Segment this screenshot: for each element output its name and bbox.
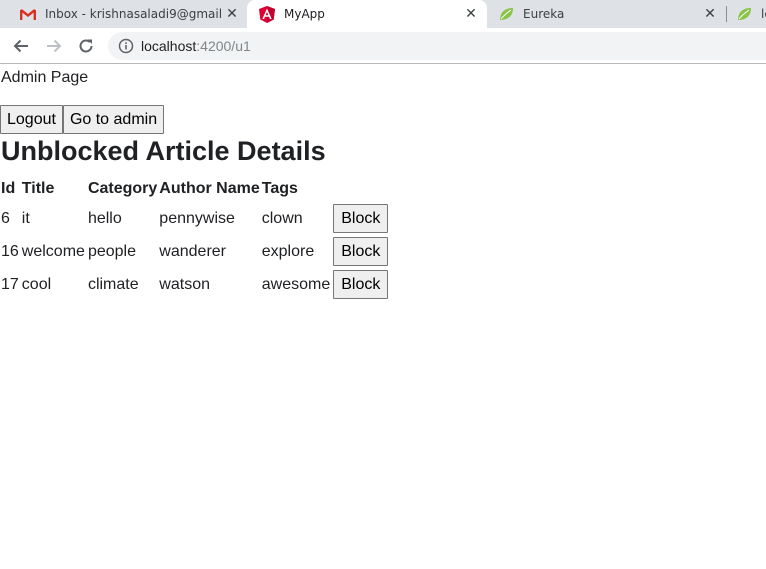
tab-partial-title: le	[761, 7, 766, 21]
forward-arrow-icon[interactable]	[43, 35, 65, 57]
url-path: :4200/u1	[196, 38, 251, 54]
angular-icon	[259, 5, 275, 23]
address-bar[interactable]: localhost:4200/u1	[108, 32, 766, 60]
tab-gmail[interactable]: Inbox - krishnasaladi9@gmail.com	[12, 0, 242, 28]
cell-category: hello	[87, 209, 122, 227]
cell-title: it	[21, 209, 30, 227]
cell-id: 16	[1, 242, 19, 260]
cell-author: pennywise	[159, 209, 235, 227]
cell-action: Block	[332, 235, 390, 268]
articles-table: Id Title Category Author Name Tags 6 it …	[0, 176, 390, 301]
tab-myapp[interactable]: MyApp	[247, 0, 487, 28]
tab-eureka[interactable]: Eureka	[490, 0, 720, 28]
browser-toolbar: localhost:4200/u1	[0, 28, 766, 64]
table-row: 17 cool climate watson awesome Block	[0, 268, 390, 301]
page-content: Admin Page Logout Go to admin Unblocked …	[0, 66, 766, 569]
go-to-admin-button[interactable]: Go to admin	[62, 105, 165, 134]
cell-author: watson	[159, 275, 210, 293]
reload-icon[interactable]	[75, 35, 97, 57]
block-button[interactable]: Block	[333, 237, 389, 266]
action-buttons: Logout Go to admin	[0, 105, 165, 134]
cell-category: climate	[87, 275, 139, 293]
tab-gmail-title: Inbox - krishnasaladi9@gmail.com	[45, 7, 223, 21]
spring-leaf-icon	[498, 6, 514, 22]
spring-leaf-icon	[736, 6, 752, 22]
close-icon[interactable]: ✕	[461, 4, 481, 24]
cell-id: 6	[1, 209, 10, 227]
cell-id: 17	[1, 275, 19, 293]
browser-tab-strip: Inbox - krishnasaladi9@gmail.com ✕ MyApp…	[0, 0, 766, 28]
column-header-id: Id	[1, 180, 16, 197]
cell-action: Block	[332, 202, 390, 235]
cell-tags: awesome	[261, 275, 331, 293]
url-text: localhost:4200/u1	[141, 38, 251, 54]
info-icon[interactable]	[118, 38, 134, 54]
admin-page-label: Admin Page	[1, 69, 89, 86]
table-row: 16 welcome people wanderer explore Block	[0, 235, 390, 268]
column-header-action	[332, 176, 390, 202]
tab-eureka-title: Eureka	[523, 7, 565, 21]
cell-title: cool	[21, 275, 52, 293]
column-header-tags: Tags	[261, 180, 298, 197]
table-row: 6 it hello pennywise clown Block	[0, 202, 390, 235]
tab-myapp-title: MyApp	[284, 7, 325, 21]
cell-category: people	[87, 242, 136, 260]
block-button[interactable]: Block	[333, 204, 389, 233]
cell-tags: clown	[261, 209, 303, 227]
page-title: Unblocked Article Details	[1, 136, 326, 166]
cell-title: welcome	[21, 242, 85, 260]
cell-action: Block	[332, 268, 390, 301]
cell-author: wanderer	[159, 242, 226, 260]
block-button[interactable]: Block	[333, 270, 389, 299]
tab-partial[interactable]: le	[730, 0, 766, 28]
back-arrow-icon[interactable]	[10, 35, 32, 57]
column-header-title: Title	[21, 180, 55, 197]
tab-separator	[726, 6, 727, 22]
close-icon[interactable]: ✕	[700, 4, 720, 24]
logout-button[interactable]: Logout	[0, 105, 63, 134]
table-header-row: Id Title Category Author Name Tags	[0, 176, 390, 202]
url-host: localhost	[141, 38, 197, 54]
column-header-author: Author Name	[159, 180, 260, 197]
close-icon[interactable]: ✕	[222, 4, 242, 24]
cell-tags: explore	[261, 242, 315, 260]
gmail-icon	[20, 6, 36, 22]
column-header-category: Category	[87, 180, 158, 197]
